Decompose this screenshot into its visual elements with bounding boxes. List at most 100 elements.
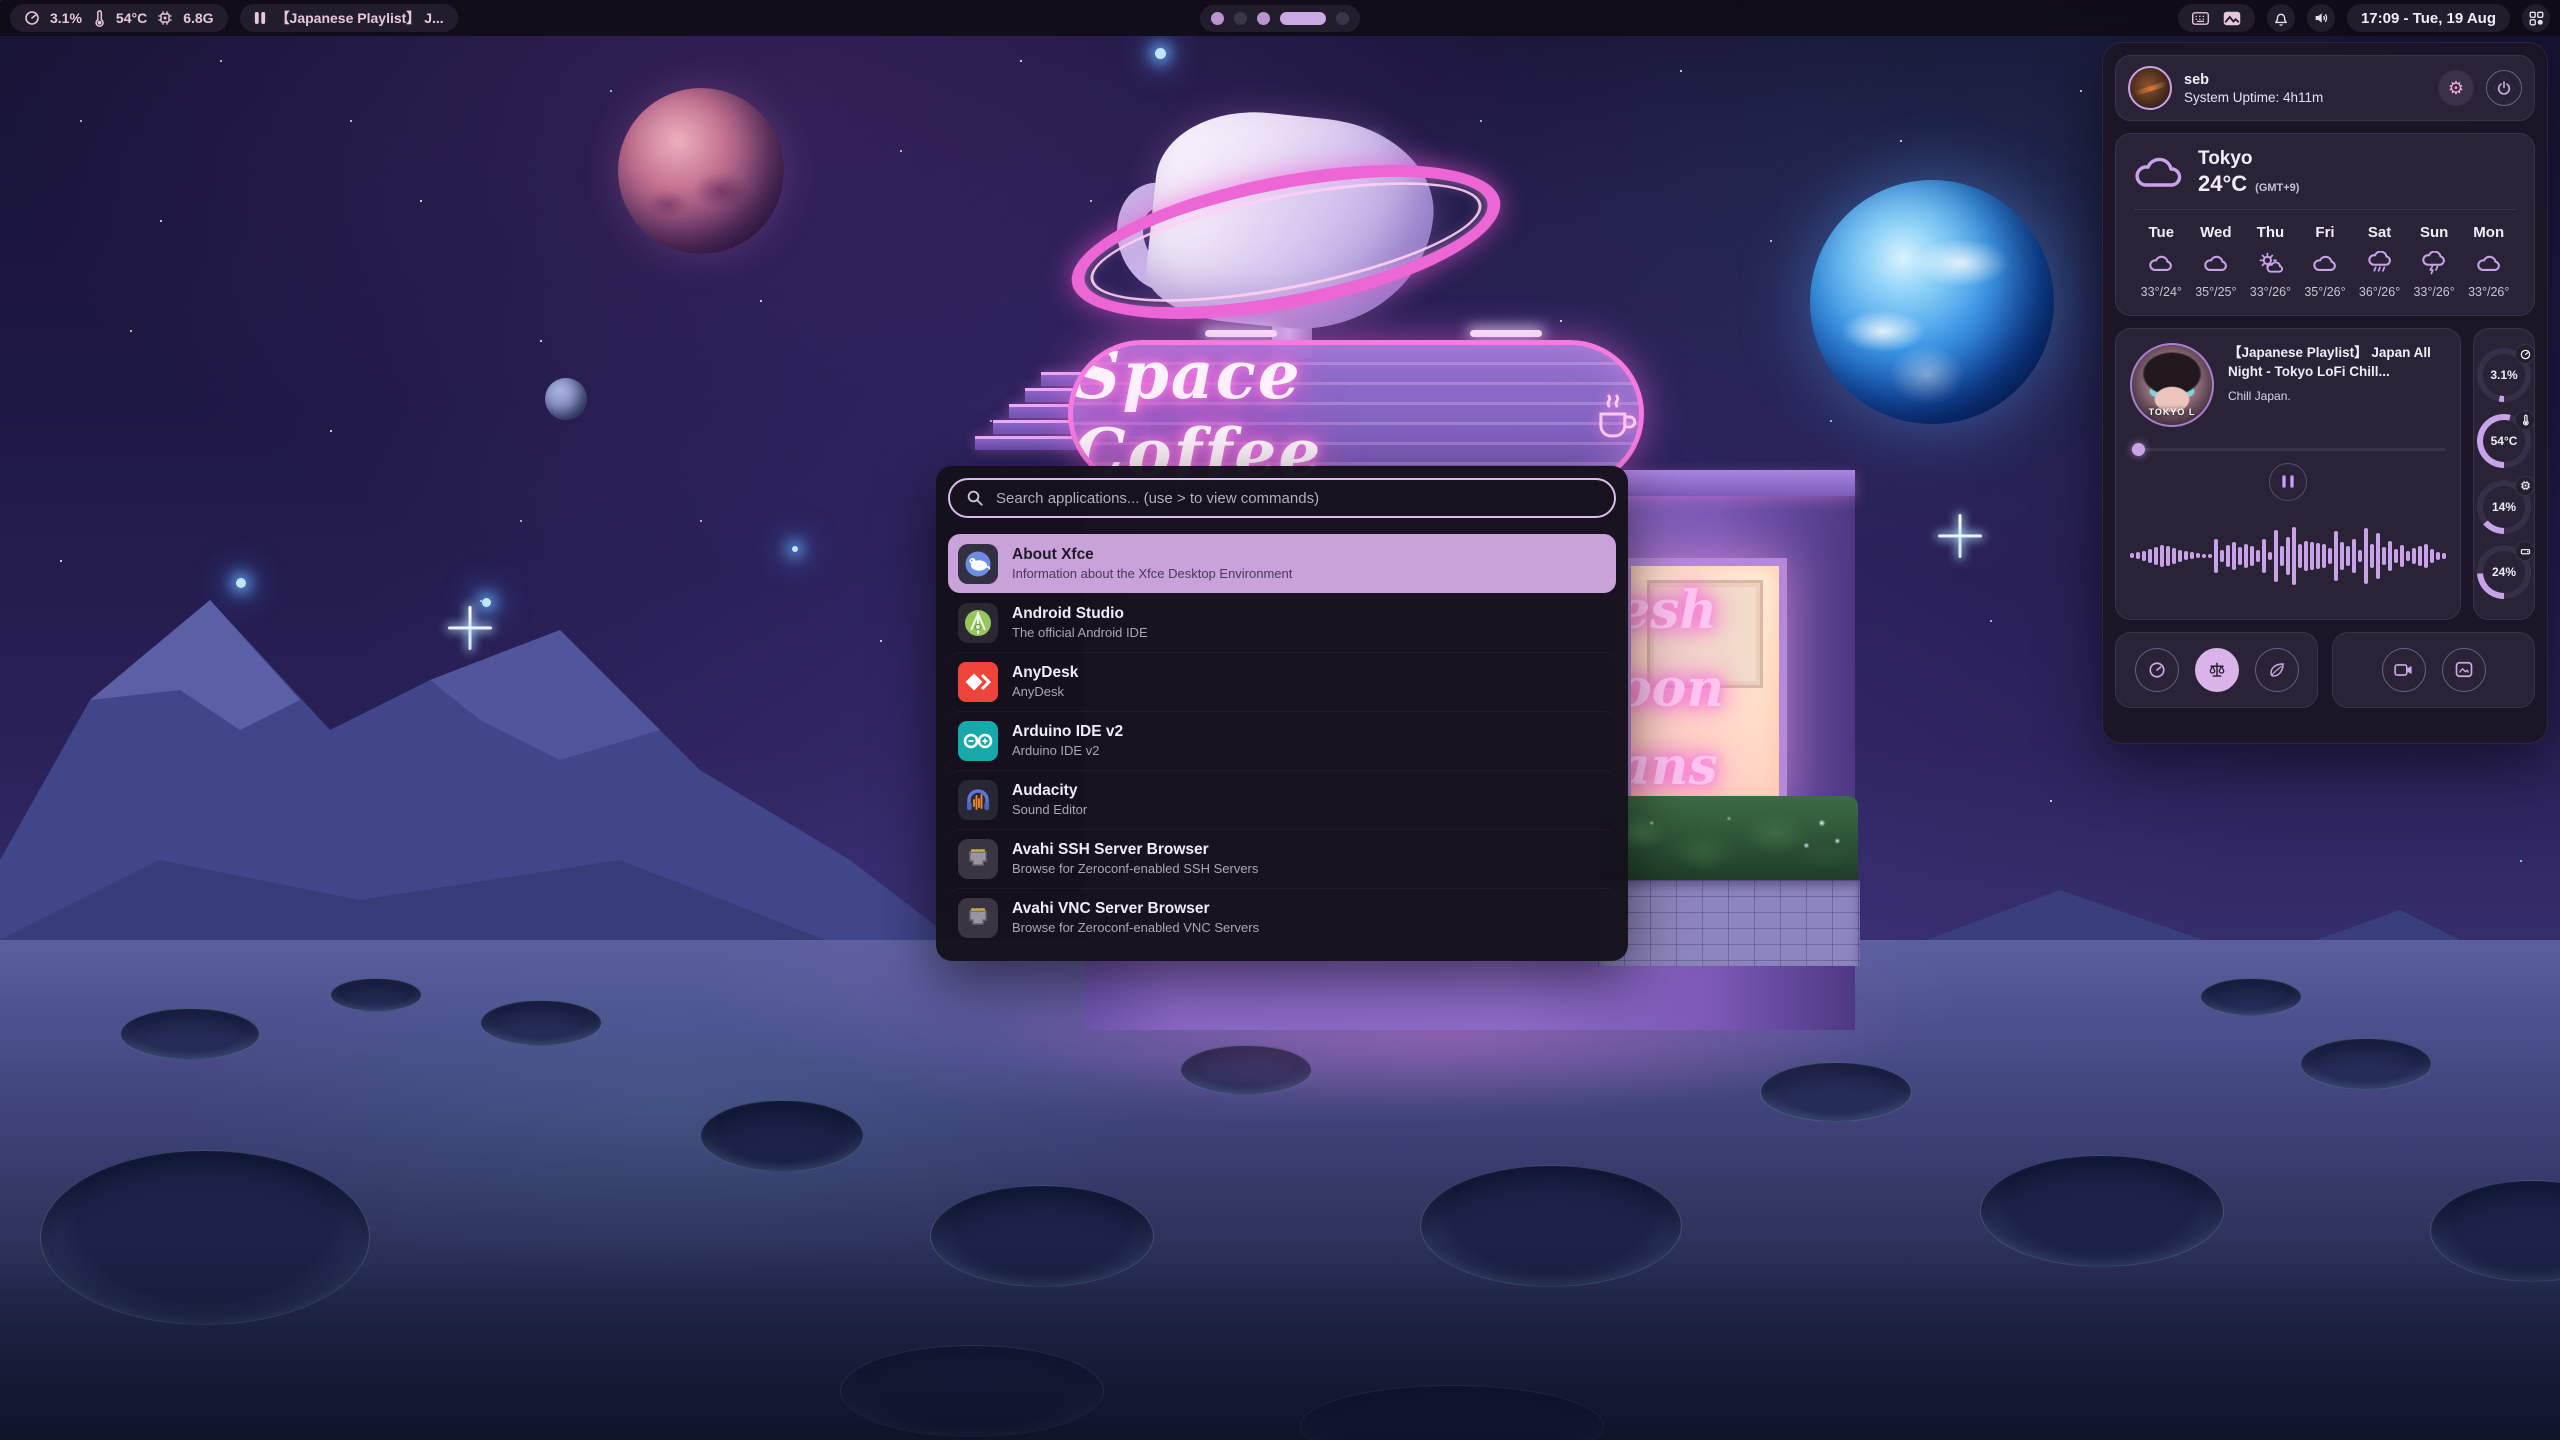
forecast-day: Wed 35°/25° [2189, 224, 2244, 299]
bell-icon [2273, 10, 2289, 27]
search-input[interactable] [996, 490, 1598, 507]
memory-gauge: 14% [2477, 480, 2531, 534]
memory-usage: 6.8G [183, 10, 213, 26]
clock-pill[interactable]: 17:09 - Tue, 19 Aug [2347, 4, 2510, 32]
forecast-day: Fri 35°/26° [2298, 224, 2353, 299]
workspace-dot[interactable] [1257, 12, 1270, 25]
cloud-icon [2203, 250, 2229, 276]
memory-chip-icon [2515, 476, 2535, 496]
partly-sunny-icon [2257, 250, 2283, 276]
top-bar: 3.1% 54°C 6.8G 【Japanese Playlist】 J... [0, 0, 2560, 36]
app-row-android-studio[interactable]: Android Studio The official Android IDE [948, 593, 1616, 652]
app-list: About Xfce Information about the Xfce De… [948, 534, 1616, 947]
cpu-gauge: 3.1% [2477, 348, 2531, 402]
media-label: 【Japanese Playlist】 J... [276, 8, 444, 28]
play-pause-button[interactable] [2269, 463, 2307, 501]
xfce-icon [958, 544, 998, 584]
forecast-day: Mon 33°/26° [2461, 224, 2516, 299]
app-desc: Browse for Zeroconf-enabled VNC Servers [1012, 920, 1259, 937]
window-neon-text: esh oon ans [1623, 572, 1787, 806]
sign-light [1205, 330, 1277, 337]
wallpaper-icon [2223, 11, 2241, 26]
arduino-icon [958, 721, 998, 761]
balanced-profile-button[interactable] [2195, 648, 2239, 692]
app-desc: Browse for Zeroconf-enabled SSH Servers [1012, 861, 1258, 878]
user-card: seb System Uptime: 4h11m ⚙ [2115, 55, 2535, 121]
control-panel: seb System Uptime: 4h11m ⚙ Tokyo 24°C (G… [2102, 42, 2548, 744]
app-grid-icon [2529, 11, 2544, 26]
power-saver-profile-button[interactable] [2255, 648, 2299, 692]
track-artist: Chill Japan. [2228, 389, 2446, 403]
cpu-usage: 3.1% [50, 10, 82, 26]
gear-icon: ⚙ [2448, 78, 2464, 99]
weather-temperature: 24°C [2198, 171, 2247, 197]
speaker-icon [2313, 10, 2329, 26]
storm-icon [2421, 250, 2447, 276]
capture-tools-card [2332, 632, 2535, 708]
tray-pill[interactable] [2178, 4, 2255, 32]
neon-cup-icon [1587, 386, 1639, 442]
cpu-gauge-icon [24, 10, 40, 26]
cafe-window: esh oon ans [1623, 558, 1787, 806]
app-desc: Information about the Xfce Desktop Envir… [1012, 566, 1292, 583]
audacity-icon [958, 780, 998, 820]
desktop: esh oon ans Space Coffee [0, 0, 2560, 1440]
memory-chip-icon [157, 10, 173, 26]
thermometer-icon [2515, 410, 2535, 430]
avatar[interactable] [2128, 66, 2172, 110]
app-name: Avahi VNC Server Browser [1012, 899, 1259, 920]
system-stats-pill[interactable]: 3.1% 54°C 6.8G [10, 4, 228, 32]
anydesk-icon [958, 662, 998, 702]
cloud-icon [2312, 250, 2338, 276]
performance-profile-button[interactable] [2135, 648, 2179, 692]
overview-button[interactable] [2522, 4, 2550, 32]
album-art[interactable]: TOKYO L [2130, 343, 2214, 427]
workspace-dot[interactable] [1280, 12, 1326, 25]
media-pill[interactable]: 【Japanese Playlist】 J... [240, 4, 458, 32]
volume-button[interactable] [2307, 4, 2335, 32]
app-name: Android Studio [1012, 604, 1148, 625]
forecast-row: Tue 33°/24° Wed 35°/25° Thu 33°/26° Fri [2134, 224, 2516, 299]
app-row-avahi-vnc[interactable]: Avahi VNC Server Browser Browse for Zero… [948, 888, 1616, 947]
forecast-day: Sat 36°/26° [2352, 224, 2407, 299]
cpu-gauge-icon [2515, 344, 2535, 364]
app-name: Arduino IDE v2 [1012, 722, 1123, 743]
app-desc: The official Android IDE [1012, 625, 1148, 642]
app-desc: Sound Editor [1012, 802, 1087, 819]
seek-handle[interactable] [2132, 443, 2145, 456]
notifications-button[interactable] [2267, 4, 2295, 32]
power-button[interactable] [2486, 70, 2522, 106]
app-row-arduino[interactable]: Arduino IDE v2 Arduino IDE v2 [948, 711, 1616, 770]
planter-wall [1598, 880, 1860, 966]
rain-icon [2367, 250, 2393, 276]
screenshot-icon [2455, 661, 2473, 678]
cpu-temp: 54°C [116, 10, 147, 26]
video-camera-icon [2394, 662, 2413, 678]
app-row-about-xfce[interactable]: About Xfce Information about the Xfce De… [948, 534, 1616, 593]
leaf-icon [2268, 661, 2286, 679]
app-row-avahi-ssh[interactable]: Avahi SSH Server Browser Browse for Zero… [948, 829, 1616, 888]
disk-gauge: 24% [2477, 545, 2531, 599]
scales-icon [2208, 661, 2226, 679]
app-row-audacity[interactable]: Audacity Sound Editor [948, 770, 1616, 829]
forecast-day: Tue 33°/24° [2134, 224, 2189, 299]
keyboard-layout-icon [2192, 11, 2209, 26]
seek-bar[interactable] [2130, 443, 2446, 455]
cloud-icon [2476, 250, 2502, 276]
system-stats-group: 3.1% 54°C 6.8G 【Japanese Playlist】 J... [10, 4, 458, 32]
seek-track [2130, 448, 2446, 451]
workspace-dot[interactable] [1234, 12, 1247, 25]
system-uptime: System Uptime: 4h11m [2184, 90, 2426, 105]
workspace-dot[interactable] [1336, 12, 1349, 25]
app-row-anydesk[interactable]: AnyDesk AnyDesk [948, 652, 1616, 711]
screen-record-button[interactable] [2382, 648, 2426, 692]
screenshot-button[interactable] [2442, 648, 2486, 692]
workspace-indicator[interactable] [1200, 5, 1360, 32]
search-bar[interactable] [948, 478, 1616, 518]
weather-timezone: (GMT+9) [2255, 182, 2299, 194]
workspace-dot[interactable] [1211, 12, 1224, 25]
network-port-icon [958, 898, 998, 938]
sign-light [1470, 330, 1542, 337]
disk-icon [2515, 541, 2535, 561]
settings-button[interactable]: ⚙ [2438, 70, 2474, 106]
